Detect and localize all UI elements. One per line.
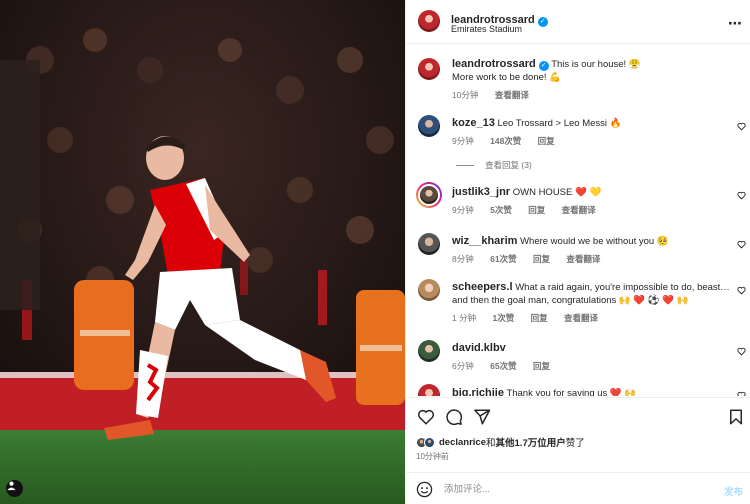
comment-item: scheepers.l What a raid again, you're im… bbox=[406, 279, 750, 327]
like-heart-icon[interactable] bbox=[417, 408, 435, 426]
comment-avatar[interactable] bbox=[418, 115, 440, 137]
comment-username[interactable]: david.klbv bbox=[452, 342, 506, 354]
comment-likes[interactable]: 5次赞 bbox=[490, 205, 512, 215]
like-comment-heart-icon[interactable] bbox=[737, 240, 746, 249]
liker-avatar bbox=[424, 436, 435, 448]
reply-button[interactable]: 回复 bbox=[538, 136, 555, 146]
likes-suffix: 赞了 bbox=[565, 438, 585, 449]
post-caption: leandrotrossard ✓ This is our house! 😤 Mo… bbox=[406, 58, 750, 108]
comment-text: Leo Trossard > Leo Messi 🔥 bbox=[497, 118, 622, 129]
view-replies-toggle[interactable]: 查看回复 (3) bbox=[456, 159, 532, 171]
caption-text-line1: This is our house! 😤 bbox=[551, 59, 641, 70]
comment-username[interactable]: big.richiie bbox=[452, 387, 504, 396]
caption-time: 10分钟 bbox=[452, 90, 479, 100]
post-timestamp: 10分钟前 bbox=[416, 452, 449, 461]
like-comment-heart-icon[interactable] bbox=[737, 347, 746, 356]
instagram-post-modal: leandrotrossard ✓ Emirates Stadium ⋯ lean… bbox=[0, 0, 750, 504]
comment-avatar-story-ring[interactable] bbox=[416, 182, 442, 208]
post-header: leandrotrossard ✓ Emirates Stadium ⋯ bbox=[406, 0, 750, 44]
comment-item: big.richiie Thank you for saving us ❤️ 🙌 bbox=[406, 384, 750, 396]
post-photo[interactable] bbox=[0, 0, 405, 504]
translate-link[interactable]: 查看翻译 bbox=[564, 313, 598, 323]
like-comment-heart-icon[interactable] bbox=[737, 286, 746, 295]
football-celebration-image bbox=[0, 0, 405, 504]
save-bookmark-icon[interactable] bbox=[727, 408, 745, 426]
reply-button[interactable]: 回复 bbox=[528, 205, 545, 215]
translate-link[interactable]: 查看翻译 bbox=[566, 254, 600, 264]
comment-likes[interactable]: 148次赞 bbox=[490, 136, 521, 146]
comment-text: Thank you for saving us ❤️ 🙌 bbox=[506, 388, 637, 396]
comment-time: 1 分钟 bbox=[452, 313, 477, 323]
comment-item: koze_13 Leo Trossard > Leo Messi 🔥 9分钟 1… bbox=[406, 115, 750, 149]
comment-username[interactable]: wiz__kharim bbox=[452, 235, 517, 247]
replies-divider-line bbox=[456, 164, 474, 166]
add-comment-bar: 发布 bbox=[406, 472, 750, 504]
comment-avatar[interactable] bbox=[418, 340, 440, 362]
share-send-icon[interactable] bbox=[473, 408, 491, 426]
comment-time: 9分钟 bbox=[452, 136, 474, 146]
comment-time: 8分钟 bbox=[452, 254, 474, 264]
comment-likes[interactable]: 61次赞 bbox=[490, 254, 516, 264]
comment-avatar[interactable] bbox=[418, 233, 440, 255]
comment-bubble-icon[interactable] bbox=[445, 408, 463, 426]
reply-button[interactable]: 回复 bbox=[531, 313, 548, 323]
caption-avatar[interactable] bbox=[418, 58, 440, 80]
comment-item: justlik3_jnr OWN HOUSE ❤️ 💛 9分钟 5次赞 回复 查… bbox=[406, 182, 750, 218]
comment-likes[interactable]: 1次赞 bbox=[492, 313, 514, 323]
liker-username[interactable]: declanrice bbox=[439, 437, 486, 448]
more-options-icon[interactable]: ⋯ bbox=[728, 15, 743, 32]
likes-connector: 和 bbox=[486, 438, 496, 449]
post-comment-button[interactable]: 发布 bbox=[724, 484, 743, 498]
post-side-panel: leandrotrossard ✓ Emirates Stadium ⋯ lean… bbox=[405, 0, 750, 504]
like-comment-heart-icon[interactable] bbox=[737, 191, 746, 200]
user-tag-icon bbox=[7, 481, 16, 491]
comment-time: 9分钟 bbox=[452, 205, 474, 215]
view-replies-label: 查看回复 (3) bbox=[485, 160, 532, 170]
comment-likes[interactable]: 65次赞 bbox=[490, 361, 516, 371]
like-comment-heart-icon[interactable] bbox=[737, 122, 746, 131]
likes-others-count[interactable]: 其他1.7万位用户 bbox=[496, 435, 566, 449]
comment-text: Where would we be without you 🥺 bbox=[520, 236, 669, 247]
post-action-bar bbox=[406, 397, 750, 437]
caption-translate-link[interactable]: 查看翻译 bbox=[495, 90, 529, 100]
comment-item: david.klbv 6分钟 65次赞 回复 bbox=[406, 340, 750, 374]
comment-avatar[interactable] bbox=[418, 279, 440, 301]
reply-button[interactable]: 回复 bbox=[533, 361, 550, 371]
caption-username[interactable]: leandrotrossard bbox=[452, 58, 536, 70]
comments-list[interactable]: leandrotrossard ✓ This is our house! 😤 Mo… bbox=[406, 44, 750, 396]
comment-input[interactable] bbox=[444, 481, 694, 498]
comment-avatar[interactable] bbox=[418, 384, 440, 396]
emoji-icon[interactable] bbox=[416, 481, 433, 498]
verified-badge-icon: ✓ bbox=[538, 61, 549, 71]
likes-summary[interactable]: declanrice 和其他1.7万位用户 赞了 bbox=[416, 435, 585, 449]
comment-username[interactable]: scheepers.l bbox=[452, 281, 513, 293]
like-comment-heart-icon[interactable] bbox=[737, 391, 746, 396]
comment-username[interactable]: koze_13 bbox=[452, 117, 495, 129]
caption-text-line2: More work to be done! 💪 bbox=[452, 72, 561, 83]
comment-time: 6分钟 bbox=[452, 361, 474, 371]
tagged-user-icon[interactable] bbox=[6, 480, 23, 497]
comment-item: wiz__kharim Where would we be without yo… bbox=[406, 233, 750, 267]
comment-text: OWN HOUSE ❤️ 💛 bbox=[512, 187, 602, 198]
comment-username[interactable]: justlik3_jnr bbox=[452, 186, 510, 198]
verified-badge-icon: ✓ bbox=[537, 17, 548, 27]
author-avatar[interactable] bbox=[418, 10, 440, 32]
post-location[interactable]: Emirates Stadium bbox=[451, 24, 522, 34]
translate-link[interactable]: 查看翻译 bbox=[562, 205, 596, 215]
reply-button[interactable]: 回复 bbox=[533, 254, 550, 264]
